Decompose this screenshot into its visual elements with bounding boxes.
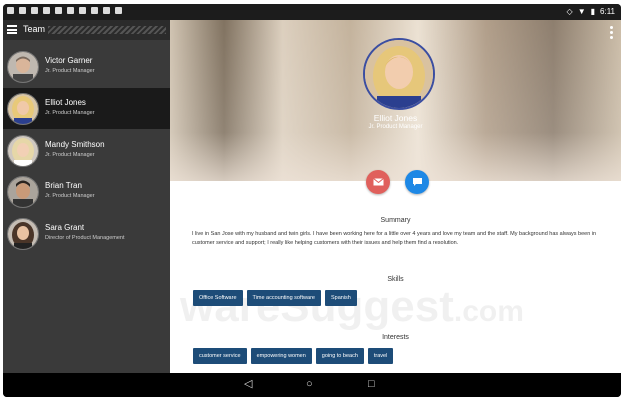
sidebar-title: Team: [23, 24, 46, 34]
email-button[interactable]: [366, 170, 390, 194]
skills-heading: Skills: [387, 276, 404, 283]
member-name: Sara Grant: [45, 223, 85, 232]
summary-heading: Summary: [380, 217, 411, 224]
interests-list: customer service empowering women going …: [193, 348, 394, 364]
system-indicators: ◇ ▼ ▮ 6:11: [567, 7, 615, 16]
avatar: [7, 135, 39, 167]
sd-card-icon: [55, 7, 62, 14]
notification-icons: [7, 7, 122, 14]
member-role: Jr. Product Manager: [45, 152, 95, 158]
profile-panel: Elliot Jones Jr. Product Manager Summary…: [170, 20, 621, 373]
interest-chip[interactable]: customer service: [193, 348, 247, 364]
skill-chip[interactable]: Office Software: [193, 290, 243, 306]
status-bar: ◇ ▼ ▮ 6:11: [3, 4, 621, 20]
chat-icon: [412, 178, 422, 186]
notification-icon: [79, 7, 86, 14]
vibrate-icon: ◇: [566, 7, 573, 16]
header-stripes: [48, 26, 166, 34]
clock: 6:11: [600, 7, 615, 16]
more-options-icon[interactable]: [610, 26, 613, 39]
member-name: Mandy Smithson: [45, 140, 105, 149]
member-name: Brian Tran: [45, 181, 82, 190]
skill-chip[interactable]: Time accounting software: [246, 290, 321, 306]
navigation-bar: ◁ ○ □: [3, 373, 621, 397]
avatar: [7, 176, 39, 208]
profile-role: Jr. Product Manager: [368, 124, 423, 130]
profile-header: Elliot Jones Jr. Product Manager: [170, 20, 621, 181]
recents-icon[interactable]: □: [368, 379, 375, 390]
member-role: Jr. Product Manager: [45, 110, 95, 116]
interest-chip[interactable]: going to beach: [315, 348, 364, 364]
summary-text: I live in San Jose with my husband and t…: [192, 231, 597, 246]
interest-chip[interactable]: empowering women: [250, 348, 312, 364]
briefcase-icon: [115, 7, 122, 14]
member-name: Victor Garner: [45, 56, 93, 65]
home-icon[interactable]: ○: [306, 379, 313, 390]
skills-list: Office Software Time accounting software…: [193, 290, 357, 306]
image-icon: [7, 7, 14, 14]
profile-avatar: [363, 38, 435, 110]
skill-chip[interactable]: Spanish: [324, 290, 357, 306]
member-role: Jr. Product Manager: [45, 68, 95, 74]
wifi-icon: ▼: [577, 7, 586, 16]
team-member-mandy-smithson[interactable]: Mandy Smithson Jr. Product Manager: [3, 130, 170, 171]
member-role: Director of Product Management: [45, 235, 125, 241]
mail-icon: [372, 178, 384, 186]
team-member-sara-grant[interactable]: Sara Grant Director of Product Managemen…: [3, 213, 170, 254]
member-role: Jr. Product Manager: [45, 193, 95, 199]
avatar: [7, 93, 39, 125]
message-button[interactable]: [405, 170, 429, 194]
sidebar-header: Team: [3, 20, 170, 40]
avatar: [7, 51, 39, 83]
interests-heading: Interests: [382, 334, 409, 341]
back-icon[interactable]: ◁: [244, 379, 252, 390]
tablet-screen: ◇ ▼ ▮ 6:11 Team Victor Garner Jr. Produc…: [3, 4, 621, 397]
team-member-victor-garner[interactable]: Victor Garner Jr. Product Manager: [3, 46, 170, 87]
member-name: Elliot Jones: [45, 98, 86, 107]
battery-icon: ▮: [590, 7, 596, 16]
menu-icon[interactable]: [7, 25, 17, 34]
briefcase-icon: [103, 7, 110, 14]
notification-icon: [91, 7, 98, 14]
team-sidebar: Team Victor Garner Jr. Product Manager E…: [3, 20, 170, 373]
interest-chip[interactable]: travel: [367, 348, 394, 364]
phone-icon: [67, 7, 74, 14]
avatar: [7, 218, 39, 250]
team-member-elliot-jones[interactable]: Elliot Jones Jr. Product Manager: [3, 88, 170, 129]
profile-name: Elliot Jones: [373, 113, 418, 123]
team-member-brian-tran[interactable]: Brian Tran Jr. Product Manager: [3, 171, 170, 212]
location-icon: [19, 7, 26, 14]
photo-icon: [31, 7, 38, 14]
download-icon: [43, 7, 50, 14]
